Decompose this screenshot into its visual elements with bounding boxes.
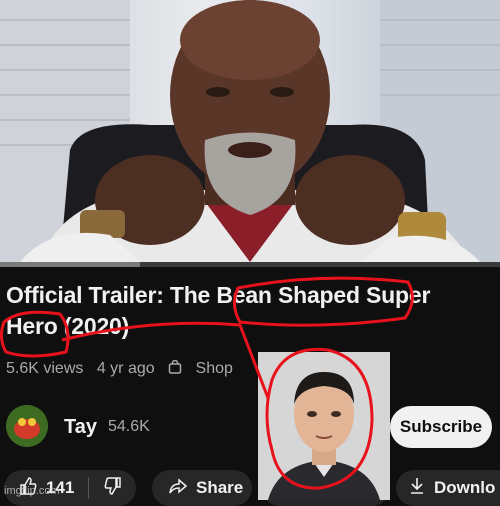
dislike-icon[interactable] xyxy=(103,476,123,501)
view-count: 5.6K views xyxy=(6,360,84,377)
share-icon xyxy=(168,476,188,501)
title-text-year: (2020) xyxy=(57,313,130,339)
video-title: Official Trailer: The Bean Shaped Super … xyxy=(6,280,496,342)
title-text-part2: Super xyxy=(359,282,431,308)
video-thumbnail-photo[interactable] xyxy=(0,0,500,262)
shopping-bag-icon xyxy=(168,359,186,377)
channel-avatar[interactable] xyxy=(6,405,48,447)
shop-link[interactable]: Shop xyxy=(168,359,242,377)
video-meta: 5.6K views 4 yr ago Shop xyxy=(6,359,251,378)
man-at-desk-image xyxy=(0,0,500,262)
share-label: Share xyxy=(196,478,244,497)
shop-label: Shop xyxy=(195,360,233,377)
inset-portrait-photo xyxy=(258,352,390,500)
title-highlight-bean-shaped: Bean Shaped xyxy=(216,282,360,308)
download-icon xyxy=(408,476,426,501)
upload-age: 4 yr ago xyxy=(96,360,155,377)
channel-name[interactable]: Tay xyxy=(64,416,97,439)
download-button[interactable]: Downlo xyxy=(396,470,500,506)
subscriber-count: 54.6K xyxy=(108,418,150,435)
watermark: imgflip.com xyxy=(4,485,60,497)
subscribe-button[interactable]: Subscribe xyxy=(390,406,492,448)
title-text-part1: Official Trailer: The xyxy=(6,282,217,308)
share-button[interactable]: Share xyxy=(152,470,252,506)
chip-divider xyxy=(88,477,90,499)
video-progress-fill xyxy=(0,262,140,267)
download-label: Downlo xyxy=(434,478,496,497)
title-highlight-hero: Hero xyxy=(6,313,58,339)
video-progress-bar[interactable] xyxy=(0,262,500,267)
portrait-image xyxy=(258,352,390,500)
